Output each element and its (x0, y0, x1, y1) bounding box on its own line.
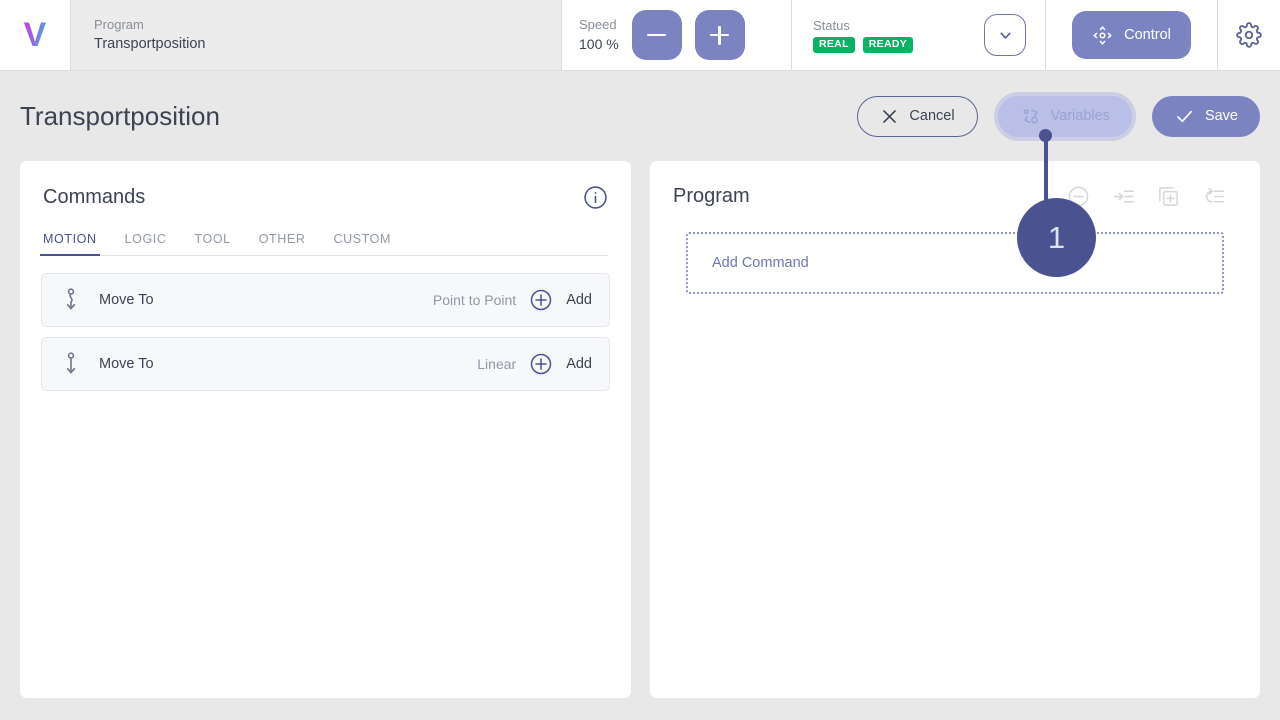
tab-logic[interactable]: LOGIC (124, 232, 168, 255)
command-row-actions: Point to Point Add (433, 288, 592, 312)
tab-custom[interactable]: CUSTOM (332, 232, 392, 255)
minus-icon (647, 33, 667, 37)
status-expand-button[interactable] (984, 14, 1026, 56)
settings-section (1217, 0, 1280, 70)
move-linear-icon (58, 352, 84, 376)
top-bar: V Program Transportposition Speed 100 % … (0, 0, 1280, 71)
table-row[interactable]: Move To Point to Point Add (41, 273, 610, 327)
speed-readout: Speed 100 % (579, 16, 619, 54)
status-badge-real: REAL (813, 36, 855, 54)
command-mode: Point to Point (432, 292, 517, 308)
add-command-dropzone-label: Add Command (712, 255, 809, 271)
control-button-label: Control (1124, 27, 1171, 43)
commands-panel-title: Commands (43, 186, 146, 208)
add-command-label[interactable]: Add (566, 356, 592, 372)
info-icon (584, 186, 607, 209)
move-point-to-point-icon (58, 288, 84, 312)
commands-panel-header: Commands (20, 161, 631, 210)
save-button-label: Save (1204, 108, 1238, 124)
variables-button-label: Variables (1050, 108, 1110, 124)
variables-button[interactable]: Variables (997, 95, 1132, 137)
program-label: Program (94, 16, 144, 32)
program-value: Transportposition (94, 35, 206, 52)
status-readout: Status REAL READY (813, 17, 914, 54)
speed-control: Speed 100 % (561, 0, 791, 70)
check-icon (1177, 110, 1192, 122)
plus-icon-vertical (718, 25, 721, 45)
save-button[interactable]: Save (1151, 95, 1260, 137)
command-name: Move To (99, 356, 154, 372)
page-actions: Cancel Variables Save (857, 95, 1260, 137)
gear-icon (1236, 22, 1262, 48)
program-toolbar (1067, 185, 1237, 208)
program-name-field[interactable]: Program Transportposition (70, 0, 561, 70)
tab-tool[interactable]: TOOL (194, 232, 232, 255)
tab-motion[interactable]: MOTION (40, 232, 100, 256)
minus-circle-icon[interactable] (1067, 185, 1090, 208)
status-badge-ready: READY (862, 36, 914, 54)
settings-button[interactable] (1236, 22, 1262, 48)
command-name: Move To (99, 292, 154, 308)
status-section: Status REAL READY (791, 0, 1045, 70)
speed-increase-button[interactable] (694, 10, 745, 60)
control-section: Control (1045, 0, 1217, 70)
command-mode: Linear (477, 356, 517, 372)
commands-panel: Commands MOTION LOGIC TOOL OTHER CUSTOM (20, 161, 631, 698)
control-button[interactable]: Control (1072, 11, 1191, 59)
speed-value: 100 % (579, 36, 619, 52)
app-logo[interactable]: V (0, 0, 70, 70)
tab-other[interactable]: OTHER (258, 232, 307, 255)
insert-into-list-icon[interactable] (1112, 185, 1135, 208)
cancel-button[interactable]: Cancel (857, 95, 978, 137)
commands-list: Move To Point to Point Add Move To Linea… (20, 256, 631, 391)
loop-list-icon[interactable] (1202, 185, 1225, 208)
plus-circle-icon[interactable] (529, 288, 553, 312)
add-command-dropzone[interactable]: Add Command (686, 232, 1224, 294)
command-row-actions: Linear Add (477, 352, 592, 376)
speed-label: Speed (579, 17, 617, 32)
page-header: Transportposition Cancel Variables Save (0, 71, 1280, 161)
move-joystick-icon (1093, 25, 1112, 45)
program-panel-title: Program (673, 185, 750, 207)
page-title: Transportposition (20, 100, 220, 131)
logo-text: V (23, 16, 47, 54)
status-badges: REAL READY (813, 36, 914, 54)
table-row[interactable]: Move To Linear Add (41, 337, 610, 391)
commands-info-button[interactable] (583, 185, 608, 210)
program-panel: Program Add Command (650, 161, 1260, 698)
chevron-down-icon (999, 32, 1011, 39)
speed-decrease-button[interactable] (631, 10, 682, 60)
cancel-button-label: Cancel (909, 108, 955, 124)
duplicate-add-icon[interactable] (1157, 185, 1180, 208)
variables-icon (1023, 108, 1038, 123)
plus-circle-icon[interactable] (529, 352, 553, 376)
main-panels: Commands MOTION LOGIC TOOL OTHER CUSTOM (0, 161, 1280, 698)
commands-tabs: MOTION LOGIC TOOL OTHER CUSTOM (40, 232, 608, 256)
status-label: Status (813, 17, 850, 33)
program-panel-header: Program (650, 161, 1260, 208)
add-command-label[interactable]: Add (566, 292, 592, 308)
close-icon (883, 109, 897, 123)
